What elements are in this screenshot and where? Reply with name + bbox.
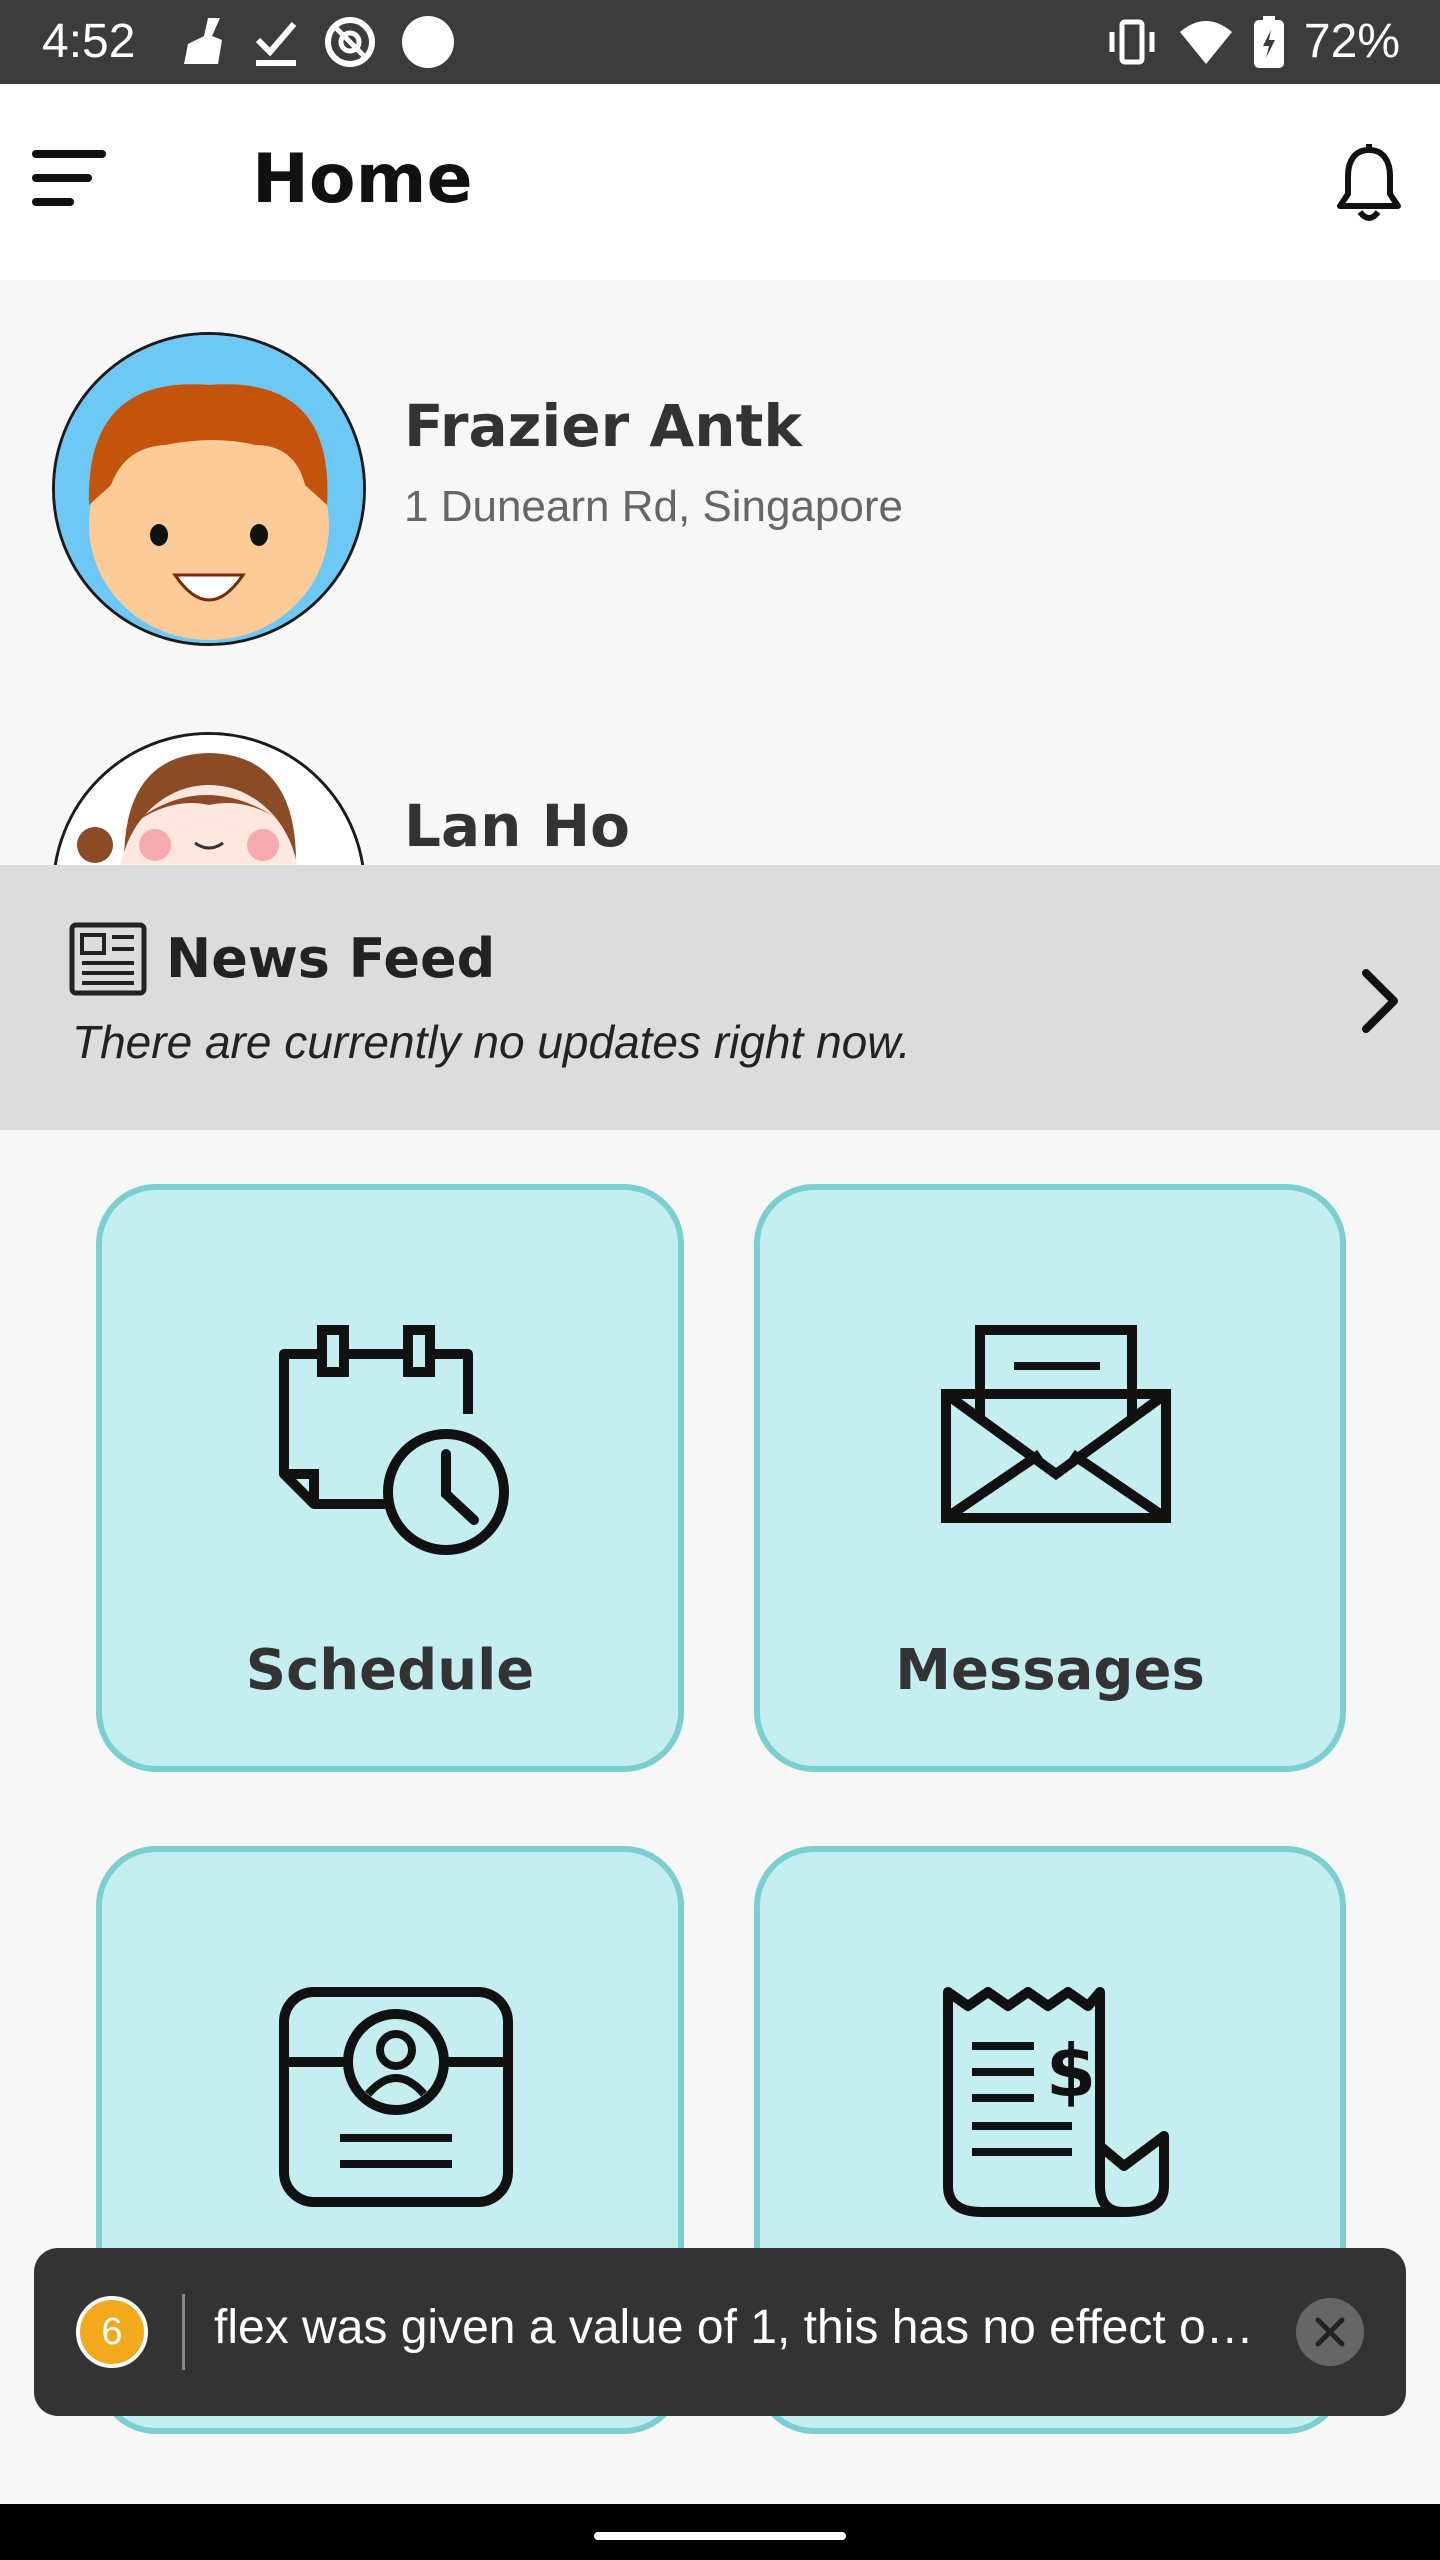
- newspaper-icon: [69, 922, 147, 996]
- schedule-label: Schedule: [245, 1638, 535, 1703]
- schedule-tile[interactable]: Schedule: [96, 1184, 684, 1772]
- avatar-girl: [52, 732, 366, 865]
- menu-icon: [32, 150, 106, 206]
- profile-name: Frazier Antk: [404, 392, 802, 460]
- close-icon: [1315, 2317, 1345, 2347]
- news-feed-card[interactable]: News Feed There are currently no updates…: [0, 865, 1440, 1130]
- toast-divider: [182, 2294, 185, 2370]
- calendar-clock-icon: [279, 1325, 509, 1555]
- profile-address: 1 Dunearn Rd, Singapore: [404, 482, 903, 531]
- profile-item[interactable]: Frazier Antk 1 Dunearn Rd, Singapore: [0, 332, 1440, 652]
- at-sync-icon: [325, 17, 375, 67]
- status-time: 4:52: [42, 15, 136, 68]
- warning-toast[interactable]: 6 flex was given a value of 1, this has …: [34, 2248, 1406, 2416]
- page-title: Home: [252, 140, 473, 219]
- app-bar: Home: [0, 84, 1440, 280]
- receipt-dollar-icon: $: [943, 1987, 1169, 2217]
- notification-icons: [178, 14, 456, 70]
- notifications-button[interactable]: [1334, 144, 1404, 224]
- chevron-right-icon[interactable]: [1354, 965, 1406, 1037]
- svg-text:$: $: [1046, 2029, 1096, 2113]
- open-envelope-icon: [941, 1325, 1171, 1523]
- home-gesture-handle[interactable]: [594, 2532, 846, 2540]
- news-feed-title: News Feed: [166, 927, 496, 990]
- warning-count-badge: 6: [76, 2296, 148, 2368]
- vibrate-icon: [1109, 19, 1155, 64]
- profile-list[interactable]: Frazier Antk 1 Dunearn Rd, Singapore Lan…: [0, 280, 1440, 865]
- messages-label: Messages: [895, 1638, 1205, 1703]
- girl-avatar-icon: [55, 735, 363, 865]
- download-done-icon: [255, 22, 297, 66]
- news-feed-message: There are currently no updates right now…: [72, 1016, 911, 1068]
- boy-avatar-icon: [55, 335, 363, 643]
- avatar-boy: [52, 332, 366, 646]
- battery-percentage: 72%: [1303, 15, 1400, 68]
- profile-name: Lan Ho: [404, 792, 630, 860]
- status-bar: 4:52 72%: [0, 0, 1440, 84]
- messages-tile[interactable]: Messages: [754, 1184, 1346, 1772]
- system-nav-bar: [0, 2504, 1440, 2560]
- bell-icon: [1337, 144, 1401, 221]
- profile-item[interactable]: Lan Ho: [0, 732, 1440, 865]
- id-card-icon: [279, 1987, 513, 2207]
- system-icons: 72%: [1106, 14, 1400, 69]
- toast-message: flex was given a value of 1, this has no…: [214, 2301, 1254, 2354]
- broom-icon: [184, 18, 222, 64]
- toast-close-button[interactable]: [1296, 2298, 1364, 2366]
- menu-button[interactable]: [32, 140, 108, 216]
- dot-icon: [402, 16, 454, 68]
- battery-charging-icon: [1253, 15, 1284, 68]
- wifi-icon: [1179, 20, 1232, 64]
